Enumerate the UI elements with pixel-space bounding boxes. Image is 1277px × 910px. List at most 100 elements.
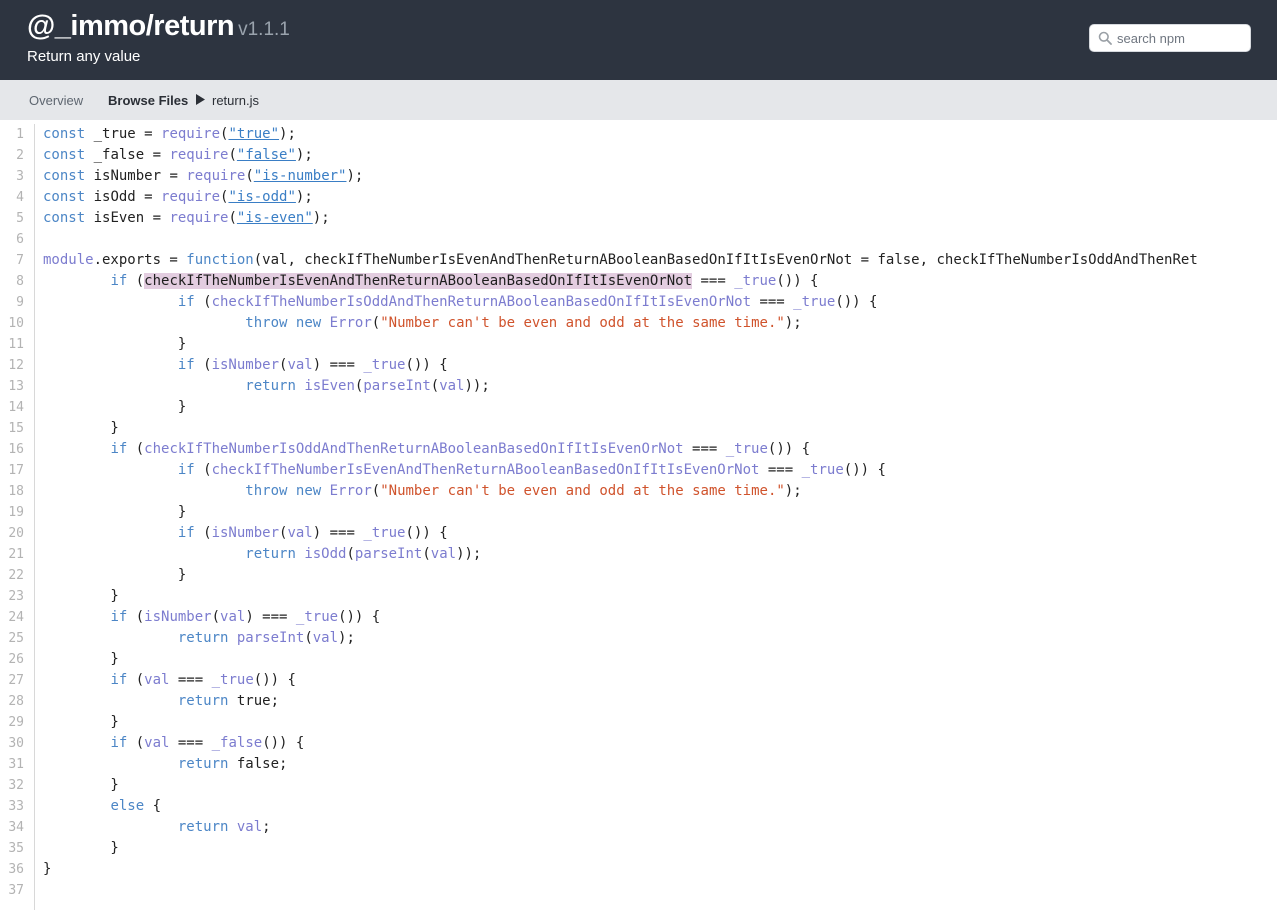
module-link[interactable]: "true" (228, 126, 279, 142)
code-token: val (430, 546, 457, 562)
module-link[interactable]: "is-even" (237, 210, 313, 226)
code-token: val (312, 630, 339, 646)
code-line: if (isNumber(val) === _true()) { (43, 523, 448, 544)
module-link[interactable]: "is-number" (254, 168, 347, 184)
code-token: checkIfTheNumberIsEvenAndThenReturnABool… (144, 273, 693, 289)
code-token: ( (245, 168, 254, 184)
code-token: ( (127, 441, 145, 457)
code-token: ( (127, 609, 145, 625)
code-token: if (177, 462, 195, 478)
code-token: } (43, 567, 187, 583)
code-line: } (43, 838, 119, 859)
code-line: throw new Error("Number can't be even an… (43, 481, 802, 502)
line-number: 19 (8, 505, 24, 520)
code-token: throw (245, 315, 288, 331)
tab-browse-files[interactable]: Browse Files (108, 93, 188, 108)
code-token: isNumber (211, 525, 280, 541)
code-token: } (43, 651, 119, 667)
line-number: 8 (16, 274, 24, 289)
code-token: return (177, 630, 229, 646)
line-number: 15 (8, 421, 24, 436)
search-box[interactable] (1089, 24, 1251, 52)
code-token: ); (784, 483, 802, 499)
code-token: } (43, 420, 119, 436)
breadcrumb-filename[interactable]: return.js (212, 93, 259, 108)
code-token: new (295, 483, 322, 499)
code-token: === (692, 273, 735, 289)
line-number: 29 (8, 715, 24, 730)
line-number: 25 (8, 631, 24, 646)
line-number: 18 (8, 484, 24, 499)
code-token: ) === (312, 357, 364, 373)
code-token: ( (228, 147, 237, 163)
code-line: return isOdd(parseInt(val)); (43, 544, 481, 565)
code-token: if (110, 735, 128, 751)
line-number: 17 (8, 463, 24, 478)
module-link[interactable]: "is-odd" (228, 189, 295, 205)
package-version: v1.1.1 (238, 19, 290, 40)
line-number: 34 (8, 820, 24, 835)
code-token: ); (338, 630, 355, 646)
code-token: val (220, 609, 246, 625)
code-token: ()) { (776, 273, 819, 289)
caret-right-icon (196, 94, 205, 105)
code-token: _true (734, 273, 777, 289)
line-number: 24 (8, 610, 24, 625)
module-link[interactable]: "false" (237, 147, 296, 163)
code-token: _true (801, 462, 844, 478)
line-number: 5 (16, 211, 24, 226)
code-token: isNumber (144, 609, 212, 625)
code-token: ()) { (338, 609, 381, 625)
code-line: } (43, 334, 186, 355)
code-line: if (checkIfTheNumberIsEvenAndThenReturnA… (43, 460, 886, 481)
line-number: 37 (8, 883, 24, 898)
line-number: 33 (8, 799, 24, 814)
code-line: if (val === _true()) { (43, 670, 295, 691)
code-token: } (43, 861, 52, 877)
tab-overview[interactable]: Overview (29, 93, 83, 108)
code-token: if (110, 672, 128, 688)
code-token: parseInt (236, 630, 305, 646)
code-line: } (43, 859, 51, 880)
line-number: 21 (8, 547, 24, 562)
code-token: } (43, 840, 119, 856)
gutter-divider (34, 124, 35, 910)
line-number: 23 (8, 589, 24, 604)
line-number: 27 (8, 673, 24, 688)
code-token: const (43, 126, 86, 142)
code-token: isOdd (304, 546, 347, 562)
code-token: _true (725, 441, 768, 457)
code-token: ()) { (843, 462, 886, 478)
code-token: const (43, 168, 86, 184)
code-token: return (245, 546, 296, 562)
code-token: if (110, 273, 128, 289)
code-token: ) === (245, 609, 296, 625)
search-input[interactable] (1117, 29, 1245, 47)
code-token: ); (295, 189, 313, 205)
code-token: ( (346, 546, 355, 562)
line-number: 32 (8, 778, 24, 793)
code-line: if (checkIfTheNumberIsOddAndThenReturnAB… (43, 292, 878, 313)
line-number: 16 (8, 442, 24, 457)
code-token: val (287, 357, 313, 373)
code-line: } (43, 397, 186, 418)
code-token: } (43, 714, 119, 730)
line-number: 28 (8, 694, 24, 709)
code-line: if (isNumber(val) === _true()) { (43, 607, 380, 628)
code-line: const _true = require("true"); (43, 124, 296, 145)
code-token: ); (346, 168, 364, 184)
code-token: parseInt (363, 378, 431, 394)
